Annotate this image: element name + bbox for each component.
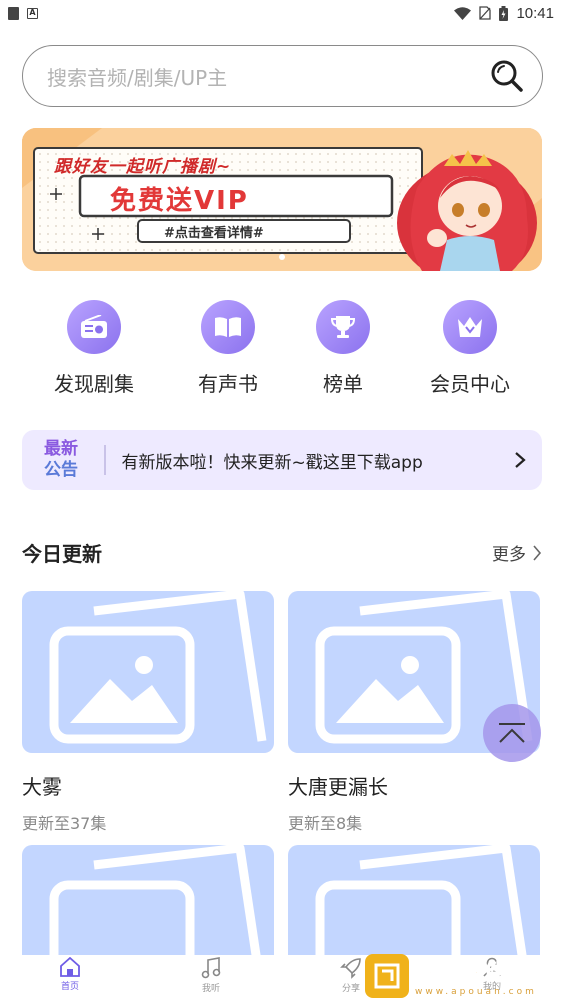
banner-page-dot <box>279 254 285 260</box>
announcement-tag-line1: 最新 <box>44 439 78 459</box>
notification-icon <box>8 6 19 20</box>
placeholder-image-icon[interactable] <box>22 591 274 753</box>
category-discover[interactable]: 发现剧集 <box>34 300 154 397</box>
status-bar: A 10:41 <box>0 0 564 26</box>
crown-icon[interactable] <box>443 300 497 354</box>
category-audiobook[interactable]: 有声书 <box>168 300 288 397</box>
category-label: 会员中心 <box>430 372 510 396</box>
watermark: 欧全软件园 www.apouan.com <box>365 952 561 1000</box>
search-bar[interactable]: 搜索音频/剧集/UP主 <box>22 45 543 107</box>
no-sim-icon <box>479 6 492 20</box>
more-link[interactable]: 更多 <box>492 540 542 565</box>
announcement-message[interactable]: 有新版本啦！快来更新~戳这里下载app <box>122 448 515 473</box>
back-to-top-button[interactable] <box>483 704 541 762</box>
more-label[interactable]: 更多 <box>492 540 526 565</box>
watermark-text: 欧全软件园 <box>415 961 531 987</box>
category-membership[interactable]: 会员中心 <box>410 300 530 397</box>
episode-status: 更新至8集 <box>288 814 363 833</box>
search-icon[interactable] <box>490 59 524 93</box>
clock: 10:41 <box>516 4 554 22</box>
category-label: 有声书 <box>198 372 258 396</box>
home-icon[interactable] <box>59 957 81 977</box>
tab-label: 我听 <box>201 984 220 994</box>
watermark-url: www.apouan.com <box>415 987 537 997</box>
chevron-right-icon[interactable] <box>532 544 542 562</box>
placeholder-image-icon[interactable] <box>22 845 274 965</box>
tab-listening[interactable]: 我听 <box>181 957 241 994</box>
battery-icon <box>499 5 509 21</box>
chevron-up-icon[interactable] <box>497 722 527 744</box>
section-title: 今日更新 <box>22 542 102 566</box>
radio-icon[interactable] <box>67 300 121 354</box>
book-icon[interactable] <box>201 300 255 354</box>
announcement-bar[interactable]: 最新 公告 有新版本啦！快来更新~戳这里下载app <box>22 430 542 490</box>
announcement-tag-line2: 公告 <box>44 460 78 480</box>
divider <box>104 445 106 475</box>
banner-headline: 跟好友一起听广播剧~ <box>54 157 232 177</box>
search-placeholder[interactable]: 搜索音频/剧集/UP主 <box>47 62 227 91</box>
chevron-right-icon[interactable] <box>514 451 526 469</box>
banner-details-button[interactable]: #点击查看详情# <box>164 222 264 241</box>
drama-title[interactable]: 大唐更漏长 <box>288 771 540 800</box>
episode-status: 更新至37集 <box>22 814 107 833</box>
category-ranking[interactable]: 榜单 <box>283 300 403 397</box>
tab-label: 分享 <box>341 984 360 994</box>
wifi-icon <box>454 6 472 20</box>
category-label: 榜单 <box>323 372 363 396</box>
tab-home[interactable]: 首页 <box>40 957 100 992</box>
trophy-icon[interactable] <box>316 300 370 354</box>
rocket-icon[interactable] <box>340 957 362 979</box>
placeholder-image-icon[interactable] <box>288 845 540 965</box>
a-notification-icon: A <box>27 7 38 19</box>
drama-card[interactable]: 大雾 更新至37集 <box>22 591 274 834</box>
watermark-logo-icon <box>365 954 409 998</box>
category-shortcuts: 发现剧集 有声书 榜单 会员中心 <box>0 300 564 400</box>
drama-title[interactable]: 大雾 <box>22 771 274 800</box>
category-label: 发现剧集 <box>54 372 134 396</box>
promo-banner[interactable]: 跟好友一起听广播剧~ 免费送VIP #点击查看详情# <box>22 128 542 271</box>
tab-label: 首页 <box>60 982 79 992</box>
banner-title: 免费送VIP <box>110 186 249 216</box>
announcement-tag: 最新 公告 <box>44 439 92 481</box>
music-note-icon[interactable] <box>201 957 221 979</box>
